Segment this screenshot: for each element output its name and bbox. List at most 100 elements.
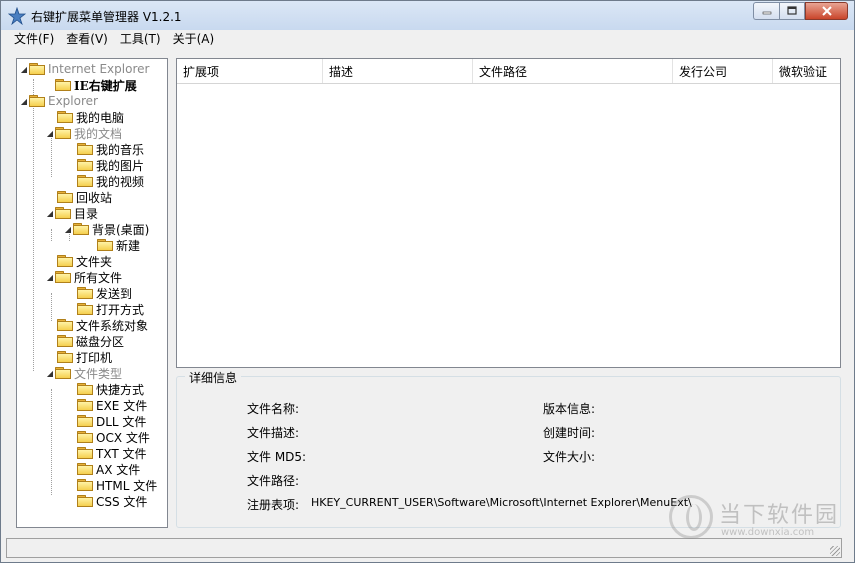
column-header-file-path[interactable]: 文件路径 [473, 59, 673, 83]
tree-node-folder[interactable]: 文件夹 [57, 253, 112, 269]
tree-node-send-to[interactable]: 发送到 [77, 285, 132, 301]
tree-node-label: 快捷方式 [96, 382, 145, 397]
tree-node-all-files[interactable]: ◢ 所有文件 [45, 269, 122, 285]
folder-icon [77, 383, 93, 395]
tree-node-label: 文件系统对象 [76, 318, 149, 333]
category-tree[interactable]: ◢ Internet Explorer IE右键扩展 ◢ Explorer 我的… [16, 58, 168, 528]
tree-node-label: Explorer [48, 94, 98, 108]
resize-grip[interactable] [830, 546, 840, 556]
tree-node-label: 我的电脑 [76, 110, 125, 125]
registry-key-value: HKEY_CURRENT_USER\Software\Microsoft\Int… [311, 496, 692, 509]
menu-tools[interactable]: 工具(T) [114, 30, 167, 49]
title-bar[interactable]: 右键扩展菜单管理器 V1.2.1 [1, 1, 854, 30]
tree-node-label: 所有文件 [74, 270, 123, 285]
minimize-icon [762, 11, 771, 15]
tree-node-my-documents[interactable]: ◢ 我的文档 [45, 125, 122, 141]
tree-node-exe[interactable]: EXE 文件 [77, 397, 147, 413]
tree-node-label: 我的音乐 [96, 142, 145, 157]
extension-list[interactable]: 扩展项 描述 文件路径 发行公司 微软验证 [176, 58, 841, 368]
registry-key-label: 注册表项: [247, 498, 300, 512]
menu-file[interactable]: 文件(F) [1, 30, 60, 49]
column-header-publisher[interactable]: 发行公司 [673, 59, 773, 83]
tree-node-label: 文件夹 [76, 254, 113, 269]
tree-node-background[interactable]: ◢ 背景(桌面) [63, 221, 149, 237]
menu-bar: 文件(F) 查看(V) 工具(T) 关于(A) [1, 30, 854, 49]
file-path-label: 文件路径: [247, 474, 300, 488]
column-header-extension[interactable]: 扩展项 [177, 59, 323, 83]
tree-node-ie-context-ext[interactable]: IE右键扩展 [55, 77, 137, 93]
folder-icon [77, 495, 93, 507]
tree-node-label: DLL 文件 [96, 414, 147, 429]
tree-node-printer[interactable]: 打印机 [57, 349, 112, 365]
folder-icon [55, 127, 71, 139]
tree-node-label: TXT 文件 [96, 446, 147, 461]
window-controls [753, 2, 848, 21]
collapse-icon[interactable]: ◢ [45, 129, 55, 138]
tree-node-my-pictures[interactable]: 我的图片 [77, 157, 144, 173]
folder-icon [57, 111, 73, 123]
file-md5-label: 文件 MD5: [247, 450, 307, 464]
tree-node-drive[interactable]: 磁盘分区 [57, 333, 124, 349]
column-header-ms-verified[interactable]: 微软验证 [773, 59, 840, 83]
list-header: 扩展项 描述 文件路径 发行公司 微软验证 [177, 59, 840, 84]
collapse-icon[interactable]: ◢ [45, 273, 55, 282]
collapse-icon[interactable]: ◢ [45, 369, 55, 378]
tree-node-label: 新建 [116, 238, 141, 253]
tree-node-explorer[interactable]: ◢ Explorer [19, 93, 98, 109]
tree-node-label: 背景(桌面) [92, 222, 150, 237]
folder-icon [77, 303, 93, 315]
folder-icon [77, 479, 93, 491]
tree-node-ocx[interactable]: OCX 文件 [77, 429, 150, 445]
tree-node-my-computer[interactable]: 我的电脑 [57, 109, 124, 125]
tree-node-my-music[interactable]: 我的音乐 [77, 141, 144, 157]
menu-view[interactable]: 查看(V) [60, 30, 114, 49]
folder-icon [29, 95, 45, 107]
tree-node-open-with[interactable]: 打开方式 [77, 301, 144, 317]
tree-node-label: 打印机 [76, 350, 113, 365]
tree-node-css[interactable]: CSS 文件 [77, 493, 147, 509]
folder-icon [97, 239, 113, 251]
menu-about[interactable]: 关于(A) [167, 30, 221, 49]
folder-icon [77, 431, 93, 443]
tree-node-file-types[interactable]: ◢ 文件类型 [45, 365, 122, 381]
tree-node-label: OCX 文件 [96, 430, 150, 445]
tree-node-internet-explorer[interactable]: ◢ Internet Explorer [19, 61, 150, 77]
folder-icon [57, 319, 73, 331]
tree-node-label: 回收站 [76, 190, 113, 205]
tree-node-label: EXE 文件 [96, 398, 148, 413]
folder-icon [55, 79, 71, 91]
folder-icon [77, 447, 93, 459]
tree-node-label: CSS 文件 [96, 494, 148, 509]
folder-icon [77, 175, 93, 187]
folder-icon [77, 159, 93, 171]
tree-node-dll[interactable]: DLL 文件 [77, 413, 146, 429]
folder-icon [57, 351, 73, 363]
tree-node-ax[interactable]: AX 文件 [77, 461, 140, 477]
tree-node-fs-object[interactable]: 文件系统对象 [57, 317, 148, 333]
close-button[interactable] [805, 2, 848, 20]
tree-node-label: 打开方式 [96, 302, 145, 317]
tree-node-directory[interactable]: ◢ 目录 [45, 205, 98, 221]
column-header-description[interactable]: 描述 [323, 59, 473, 83]
collapse-icon[interactable]: ◢ [19, 65, 29, 74]
folder-icon [55, 271, 71, 283]
tree-node-shortcut[interactable]: 快捷方式 [77, 381, 144, 397]
tree-node-label: 文件类型 [74, 366, 123, 381]
collapse-icon[interactable]: ◢ [63, 225, 73, 234]
folder-icon [77, 399, 93, 411]
tree-node-label: HTML 文件 [96, 478, 158, 493]
tree-node-label: IE右键扩展 [74, 78, 137, 93]
details-legend: 详细信息 [185, 369, 242, 386]
tree-node-txt[interactable]: TXT 文件 [77, 445, 147, 461]
file-description-label: 文件描述: [247, 426, 300, 440]
minimize-button[interactable] [753, 2, 779, 20]
tree-node-new[interactable]: 新建 [97, 237, 140, 253]
tree-node-recycle-bin[interactable]: 回收站 [57, 189, 112, 205]
maximize-button[interactable] [779, 2, 805, 20]
collapse-icon[interactable]: ◢ [45, 209, 55, 218]
window-title: 右键扩展菜单管理器 V1.2.1 [31, 10, 182, 24]
tree-node-my-videos[interactable]: 我的视频 [77, 173, 144, 189]
folder-icon [57, 191, 73, 203]
tree-node-html[interactable]: HTML 文件 [77, 477, 157, 493]
collapse-icon[interactable]: ◢ [19, 97, 29, 106]
